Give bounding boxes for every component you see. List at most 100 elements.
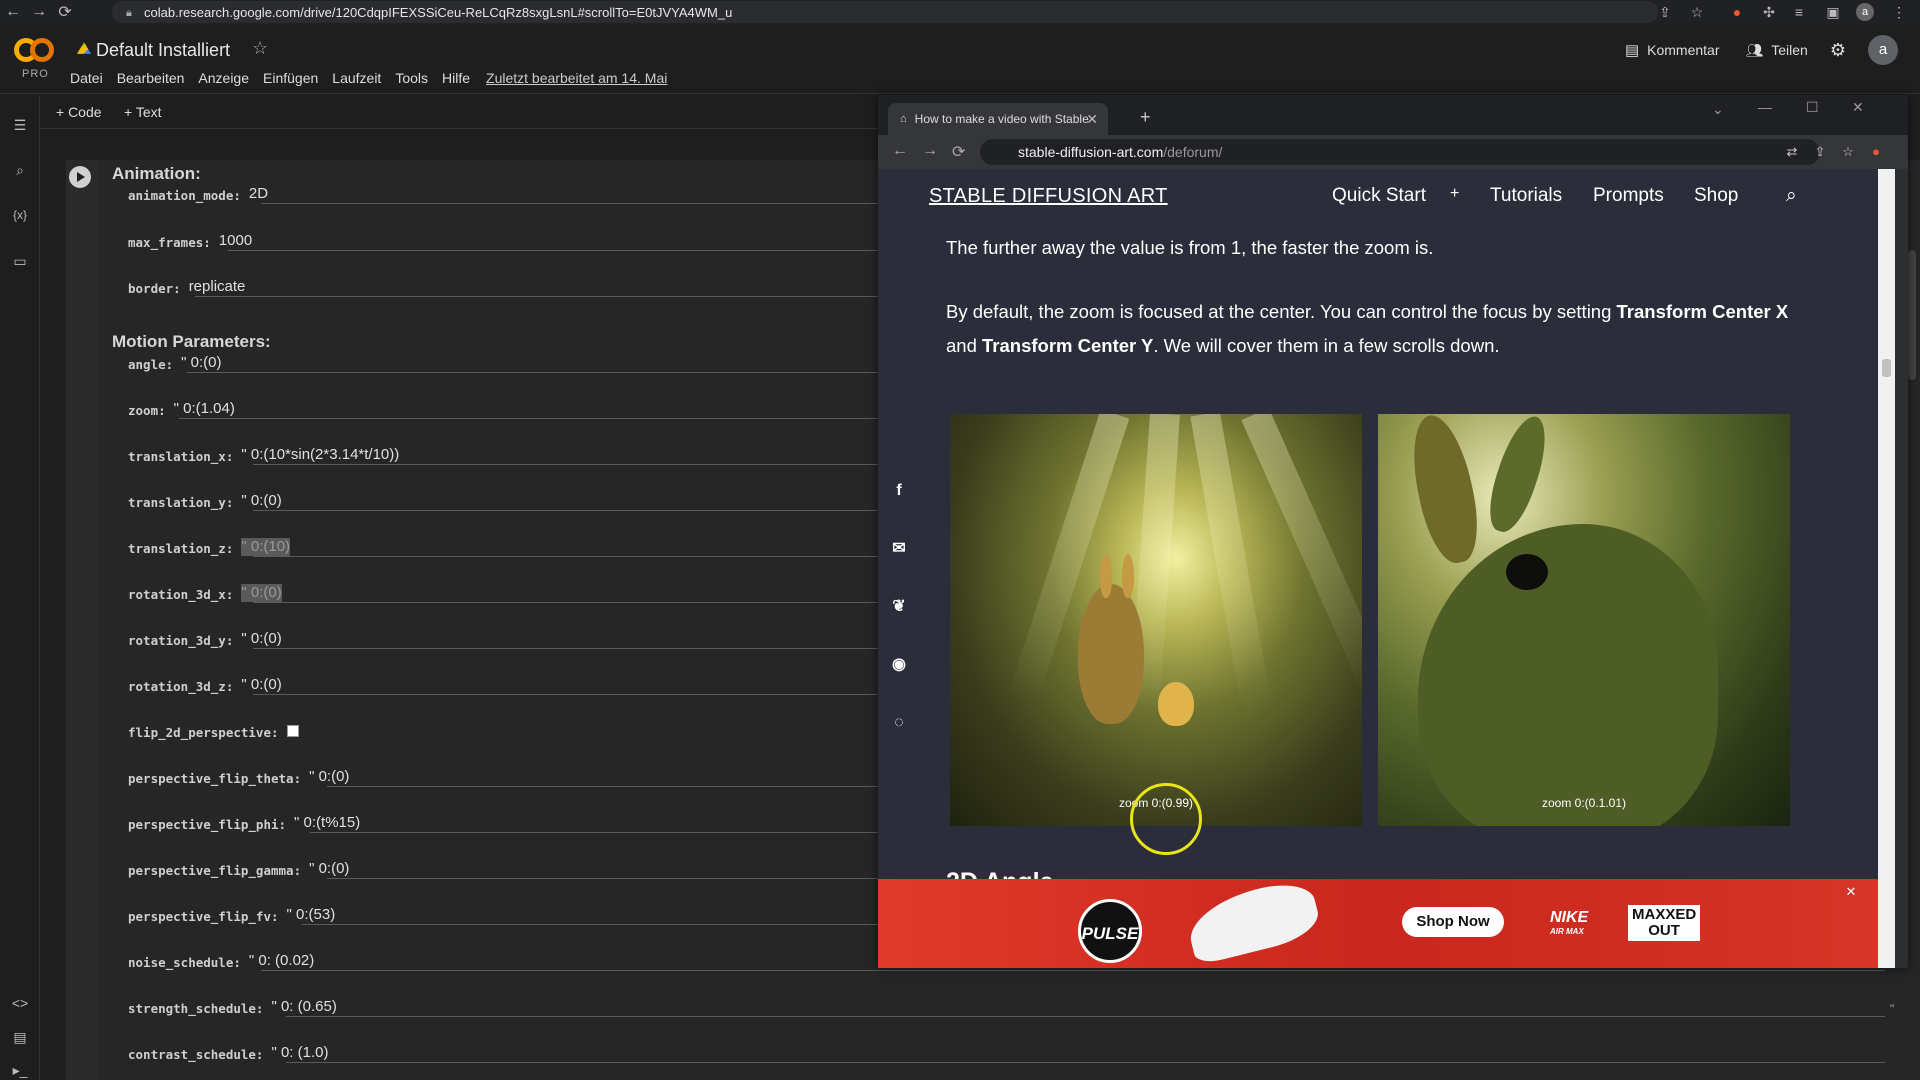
- new-tab-icon[interactable]: +: [1140, 107, 1151, 128]
- toc-icon[interactable]: ☰: [10, 115, 30, 135]
- menu-file[interactable]: Datei: [70, 70, 103, 86]
- param-input[interactable]: " 0:(10): [241, 538, 291, 556]
- reddit-icon[interactable]: ◉: [888, 654, 910, 676]
- flip-2d-perspective-checkbox[interactable]: [286, 725, 299, 737]
- param-input[interactable]: " 0:(0): [241, 630, 281, 648]
- settings-gear-icon[interactable]: ⚙: [1830, 40, 1846, 61]
- ad-close-icon[interactable]: ✕: [1843, 884, 1859, 900]
- address-bar[interactable]: stable-diffusion-art.com/deforum/: [980, 139, 1820, 165]
- tab-close-icon[interactable]: ✕: [1086, 111, 1098, 128]
- facebook-icon[interactable]: f: [888, 480, 910, 502]
- param-input[interactable]: " 0:(0): [241, 492, 281, 510]
- extension-icon[interactable]: ●: [1728, 3, 1746, 21]
- page-scrollbar[interactable]: [1908, 250, 1916, 380]
- share-icon[interactable]: ⇪: [1656, 3, 1674, 21]
- share-icon[interactable]: ⇪: [1812, 144, 1828, 160]
- param-dropdown-icon[interactable]: ": [1890, 1002, 1894, 1016]
- add-text-button[interactable]: + Text: [124, 104, 162, 120]
- bookmark-star-icon[interactable]: ☆: [1688, 3, 1706, 21]
- window-close-icon[interactable]: ✕: [1852, 99, 1864, 116]
- address-text: colab.research.google.com/drive/120CdqpI…: [144, 4, 733, 20]
- nav-tutorials[interactable]: Tutorials: [1490, 185, 1562, 207]
- param-input[interactable]: " 0:(53): [287, 906, 336, 924]
- forward-icon[interactable]: →: [26, 3, 52, 21]
- comment-button[interactable]: Kommentar: [1647, 42, 1719, 58]
- nav-quick-start[interactable]: Quick Start: [1332, 185, 1426, 207]
- puzzle-icon[interactable]: ✣: [1760, 3, 1778, 21]
- menu-help[interactable]: Hilfe: [442, 70, 470, 86]
- param-input[interactable]: replicate: [189, 278, 246, 296]
- minimize-icon[interactable]: —: [1758, 99, 1772, 115]
- param-input[interactable]: " 0:(t%15): [294, 814, 360, 832]
- param-input[interactable]: " 0: (0.02): [249, 952, 314, 970]
- media-icon[interactable]: ≡: [1790, 3, 1808, 21]
- reload-icon[interactable]: ⟳: [952, 142, 965, 162]
- maximize-icon[interactable]: ☐: [1806, 99, 1819, 116]
- param-label: contrast_schedule:: [128, 1047, 264, 1062]
- whatsapp-icon[interactable]: ◌: [888, 712, 910, 734]
- command-palette-icon[interactable]: ▤: [10, 1027, 30, 1047]
- param-label: noise_schedule:: [128, 955, 241, 970]
- param-input[interactable]: " 0:(0): [241, 676, 281, 694]
- nav-expand[interactable]: +: [1450, 185, 1459, 203]
- back-icon[interactable]: ←: [0, 3, 26, 21]
- forward-icon[interactable]: →: [922, 142, 938, 160]
- param-input[interactable]: " 0: (0.65): [271, 998, 336, 1016]
- param-input[interactable]: " 0:(0): [181, 354, 221, 372]
- sidepanel-icon[interactable]: ▣: [1824, 3, 1842, 21]
- menu-tools[interactable]: Tools: [395, 70, 428, 86]
- search-icon[interactable]: ⌕: [10, 160, 30, 180]
- pro-badge: PRO: [22, 68, 49, 80]
- ad-shop-now-button[interactable]: Shop Now: [1402, 907, 1504, 937]
- notebook-title[interactable]: Default Installiert: [96, 40, 230, 61]
- ad-banner[interactable]: PULSE Shop Now NIKE AIR MAX MAXXED OUT ✕: [878, 876, 1878, 968]
- twitter-icon[interactable]: ❦: [888, 596, 910, 618]
- share-button[interactable]: Teilen: [1771, 42, 1808, 58]
- bookmark-star-icon[interactable]: ☆: [1840, 144, 1856, 160]
- folder-icon[interactable]: ▭: [10, 251, 30, 271]
- param-input[interactable]: " 0:(0): [241, 584, 282, 602]
- last-edited-link[interactable]: Zuletzt bearbeitet am 14. Mai: [486, 70, 667, 86]
- param-input[interactable]: 1000: [219, 232, 252, 250]
- terminal-icon[interactable]: ▸_: [10, 1060, 30, 1080]
- add-code-button[interactable]: + Code: [56, 104, 102, 120]
- param-input[interactable]: " 0:(0): [309, 768, 349, 786]
- param-input[interactable]: " 0:(0): [309, 860, 349, 878]
- nav-shop[interactable]: Shop: [1694, 185, 1738, 207]
- menu-kebab-icon[interactable]: ⋮: [1890, 3, 1908, 21]
- profile-icon[interactable]: a: [1856, 3, 1874, 21]
- star-icon[interactable]: ☆: [252, 38, 268, 59]
- search-icon[interactable]: ⌕: [1786, 185, 1797, 207]
- param-input[interactable]: " 0: (1.0): [271, 1044, 328, 1062]
- param-input[interactable]: " 0:(1.04): [174, 400, 235, 418]
- tab-stable-diffusion[interactable]: ⌂ How to make a video with Stable ✕: [888, 103, 1108, 135]
- code-snippets-icon[interactable]: <>: [10, 993, 30, 1013]
- back-icon[interactable]: ←: [892, 142, 908, 160]
- people-icon[interactable]: 👥︎: [1745, 42, 1763, 59]
- menu-edit[interactable]: Bearbeiten: [117, 70, 185, 86]
- param-row: perspective_flip_theta: " 0:(0): [128, 762, 349, 786]
- scroll-thumb[interactable]: [1882, 359, 1891, 377]
- drive-icon[interactable]: [77, 42, 91, 54]
- extension-icon[interactable]: ●: [1868, 144, 1884, 160]
- webpage-scrollbar[interactable]: [1878, 169, 1895, 968]
- site-logo[interactable]: STABLE DIFFUSION ART: [929, 185, 1168, 208]
- email-icon[interactable]: ✉: [888, 538, 910, 560]
- param-label: animation_mode:: [128, 188, 241, 203]
- nav-prompts[interactable]: Prompts: [1593, 185, 1664, 207]
- param-input[interactable]: " 0:(10*sin(2*3.14*t/10)): [241, 446, 399, 464]
- param-input[interactable]: 2D: [249, 185, 268, 203]
- menu-insert[interactable]: Einfügen: [263, 70, 318, 86]
- avatar[interactable]: a: [1868, 35, 1898, 65]
- address-bar[interactable]: 🔒︎ colab.research.google.com/drive/120Cd…: [112, 1, 1658, 23]
- menu-runtime[interactable]: Laufzeit: [332, 70, 381, 86]
- run-cell-button[interactable]: [69, 166, 91, 188]
- variables-icon[interactable]: {x}: [10, 205, 30, 225]
- comment-icon[interactable]: ▤: [1625, 41, 1639, 59]
- reload-icon[interactable]: ⟳: [52, 2, 78, 22]
- tab-search-icon[interactable]: ⌄: [1712, 101, 1724, 118]
- translate-icon[interactable]: ⇄: [1784, 144, 1800, 160]
- menu-view[interactable]: Anzeige: [198, 70, 249, 86]
- colab-logo[interactable]: [14, 38, 56, 64]
- param-row: flip_2d_perspective:: [128, 716, 299, 740]
